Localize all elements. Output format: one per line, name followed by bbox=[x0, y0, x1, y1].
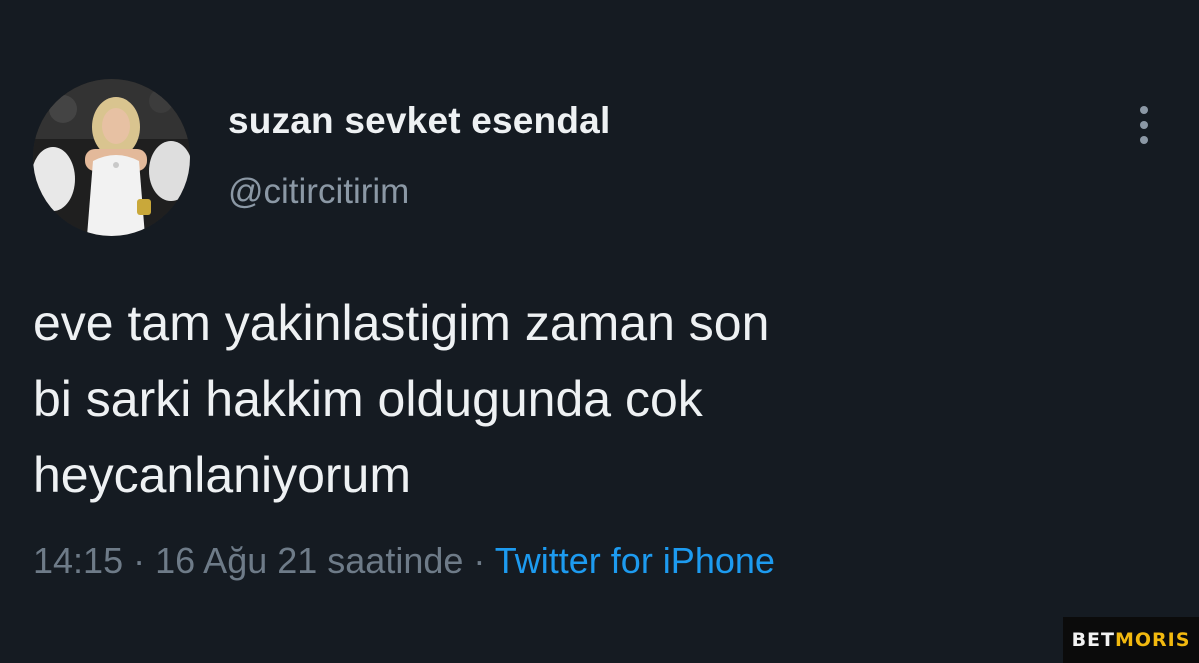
more-vertical-icon bbox=[1140, 106, 1148, 114]
tweet-text-line: heycanlaniyorum bbox=[33, 447, 411, 503]
watermark-logo: BET MORIS bbox=[1063, 617, 1199, 663]
more-options-button[interactable] bbox=[1126, 102, 1162, 148]
tweet-time[interactable]: 14:15 bbox=[33, 540, 123, 581]
tweet-text-line: bi sarki hakkim oldugunda cok bbox=[33, 371, 703, 427]
watermark-part2: MORIS bbox=[1114, 629, 1191, 651]
tweet-date[interactable]: 16 Ağu 21 saatinde bbox=[155, 540, 463, 581]
avatar[interactable] bbox=[33, 79, 190, 236]
user-handle[interactable]: @citircitirim bbox=[228, 172, 409, 212]
more-vertical-icon bbox=[1140, 121, 1148, 129]
tweet-text: eve tam yakinlastigim zaman son bi sarki… bbox=[33, 285, 1143, 513]
meta-separator: · bbox=[133, 540, 146, 581]
user-photo-icon bbox=[33, 79, 190, 236]
watermark-part1: BET bbox=[1071, 629, 1115, 651]
tweet-card: suzan sevket esendal @citircitirim eve t… bbox=[0, 0, 1199, 663]
display-name[interactable]: suzan sevket esendal bbox=[228, 100, 610, 142]
tweet-source-link[interactable]: Twitter for iPhone bbox=[495, 540, 775, 581]
tweet-meta: 14:15 · 16 Ağu 21 saatinde · Twitter for… bbox=[33, 540, 775, 582]
meta-separator: · bbox=[473, 540, 486, 581]
tweet-text-line: eve tam yakinlastigim zaman son bbox=[33, 295, 770, 351]
more-vertical-icon bbox=[1140, 136, 1148, 144]
